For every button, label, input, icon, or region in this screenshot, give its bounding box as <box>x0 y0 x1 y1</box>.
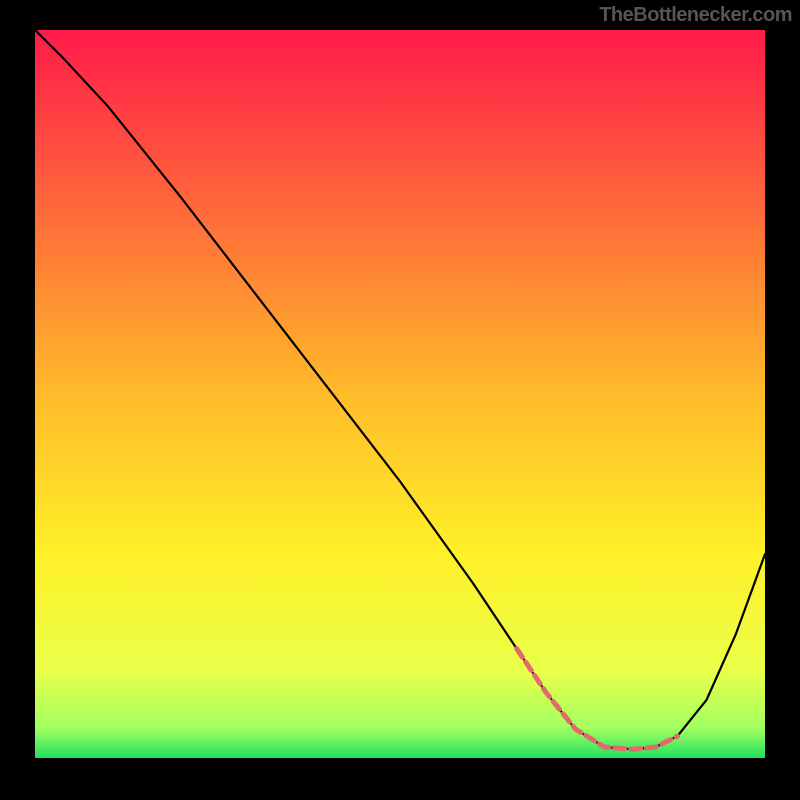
chart-container: TheBottlenecker.com <box>0 0 800 800</box>
watermark-text: TheBottlenecker.com <box>599 4 792 27</box>
gradient-background <box>35 30 765 758</box>
plot-area <box>35 30 765 758</box>
chart-svg <box>35 30 765 758</box>
